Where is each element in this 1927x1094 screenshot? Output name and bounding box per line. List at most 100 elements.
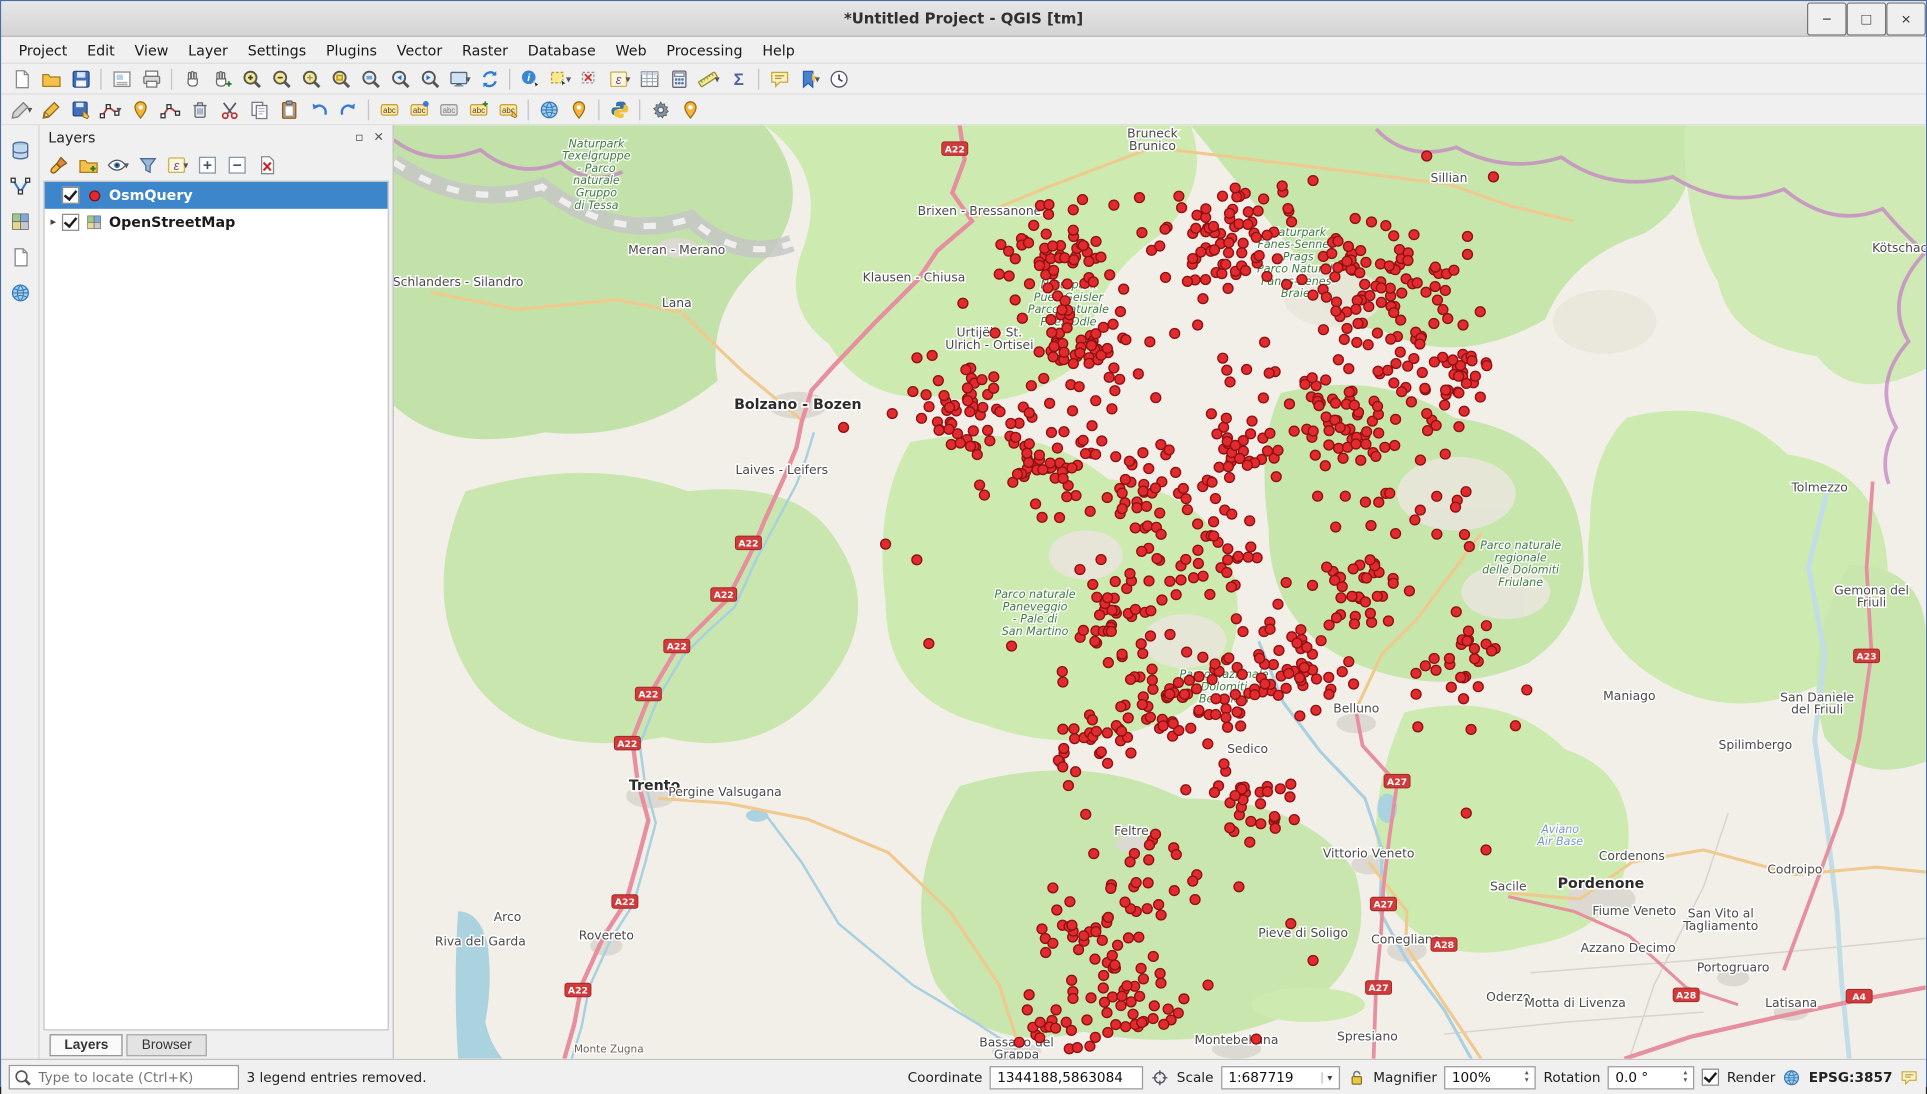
scale-combo[interactable]: 1:687719 ▾ bbox=[1221, 1066, 1340, 1089]
locator-input[interactable] bbox=[36, 1068, 234, 1086]
menu-project[interactable]: Project bbox=[9, 39, 78, 61]
metasearch-button[interactable] bbox=[534, 96, 564, 123]
menu-view[interactable]: View bbox=[125, 39, 179, 61]
new-spatial-bookmark-dropdown-arrow[interactable]: ▾ bbox=[815, 73, 820, 84]
map-tips-button[interactable] bbox=[764, 65, 794, 92]
menu-raster[interactable]: Raster bbox=[452, 39, 518, 61]
pan-to-selection-button[interactable] bbox=[207, 65, 237, 92]
rotation-spin-arrows[interactable]: ▴▾ bbox=[1683, 1070, 1687, 1085]
add-group-button[interactable] bbox=[74, 152, 101, 179]
minimize-button[interactable]: − bbox=[1807, 2, 1847, 35]
rotation-spinbox[interactable]: 0.0 ° ▴▾ bbox=[1608, 1066, 1695, 1089]
extents-toggle-icon[interactable] bbox=[1151, 1068, 1170, 1086]
layer-expander-icon[interactable]: ▸ bbox=[45, 216, 62, 228]
digitize-with-segment-button[interactable]: ▾ bbox=[95, 96, 125, 123]
manage-map-themes-dropdown-arrow[interactable]: ▾ bbox=[124, 160, 129, 171]
layer-row-openstreetmap[interactable]: ▸OpenStreetMap bbox=[45, 209, 388, 236]
menu-edit[interactable]: Edit bbox=[77, 39, 124, 61]
zoom-in-button[interactable] bbox=[237, 65, 267, 92]
open-layer-styling-button[interactable] bbox=[45, 152, 72, 179]
layer-visibility-checkbox[interactable] bbox=[62, 214, 79, 231]
data-source-manager-button[interactable] bbox=[5, 135, 35, 164]
filter-by-expression-button[interactable]: ε▾ bbox=[163, 152, 190, 179]
redo-button[interactable] bbox=[333, 96, 363, 123]
panel-tab-layers[interactable]: Layers bbox=[50, 1034, 124, 1056]
zoom-to-layer-button[interactable] bbox=[355, 65, 385, 92]
menu-layer[interactable]: Layer bbox=[178, 39, 238, 61]
menu-settings[interactable]: Settings bbox=[238, 39, 316, 61]
menu-vector[interactable]: Vector bbox=[387, 39, 452, 61]
add-raster-layer-button[interactable] bbox=[5, 206, 35, 235]
new-project-button[interactable] bbox=[6, 65, 36, 92]
zoom-last-button[interactable] bbox=[385, 65, 415, 92]
panel-tab-browser[interactable]: Browser bbox=[127, 1034, 207, 1056]
select-by-expression-button[interactable]: ε▾ bbox=[604, 65, 634, 92]
change-label-button[interactable]: abc bbox=[493, 96, 523, 123]
zoom-full-button[interactable] bbox=[296, 65, 326, 92]
show-hidden-labels-button[interactable]: abc bbox=[433, 96, 463, 123]
filter-legend-button[interactable] bbox=[134, 152, 161, 179]
add-web-layer-button[interactable] bbox=[5, 278, 35, 307]
digitize-with-segment-dropdown-arrow[interactable]: ▾ bbox=[116, 104, 121, 115]
delete-selected-button[interactable] bbox=[185, 96, 215, 123]
menu-help[interactable]: Help bbox=[752, 39, 804, 61]
menu-web[interactable]: Web bbox=[606, 39, 657, 61]
zoom-out-button[interactable] bbox=[266, 65, 296, 92]
remove-layer-button[interactable] bbox=[253, 152, 280, 179]
save-layer-edits-button[interactable] bbox=[66, 96, 96, 123]
render-checkbox[interactable] bbox=[1702, 1069, 1719, 1086]
collapse-all-button[interactable] bbox=[223, 152, 250, 179]
measure-line-button[interactable]: ▾ bbox=[694, 65, 724, 92]
temporal-controller-button[interactable] bbox=[824, 65, 854, 92]
maximize-button[interactable]: □ bbox=[1847, 2, 1887, 35]
add-delimited-text-layer-button[interactable] bbox=[5, 242, 35, 271]
select-features-button[interactable]: ▾ bbox=[545, 65, 575, 92]
title-bar[interactable]: *Untitled Project - QGIS [tm] − □ × bbox=[1, 1, 1926, 37]
select-features-dropdown-arrow[interactable]: ▾ bbox=[566, 73, 571, 84]
current-edits-dropdown-arrow[interactable]: ▾ bbox=[27, 104, 32, 115]
undo-button[interactable] bbox=[303, 96, 333, 123]
coordinate-value-box[interactable]: 1344188,5863084 bbox=[990, 1066, 1144, 1089]
magnifier-spin-arrows[interactable]: ▴▾ bbox=[1525, 1070, 1529, 1085]
identify-features-button[interactable]: i bbox=[515, 65, 545, 92]
zoom-to-selection-button[interactable] bbox=[326, 65, 356, 92]
vertex-tool-button[interactable] bbox=[155, 96, 185, 123]
crs-status[interactable]: EPSG:3857 bbox=[1809, 1069, 1893, 1085]
menu-plugins[interactable]: Plugins bbox=[316, 39, 387, 61]
osm-place-search-button[interactable] bbox=[564, 96, 594, 123]
field-calculator-button[interactable] bbox=[664, 65, 694, 92]
manage-map-themes-button[interactable]: ▾ bbox=[104, 152, 131, 179]
statistical-summary-button[interactable]: Σ bbox=[723, 65, 753, 92]
open-project-button[interactable] bbox=[36, 65, 66, 92]
processing-toolbox-button[interactable] bbox=[645, 96, 675, 123]
open-attribute-table-button[interactable] bbox=[634, 65, 664, 92]
paste-features-button[interactable] bbox=[274, 96, 304, 123]
layer-row-osmquery[interactable]: OsmQuery bbox=[45, 182, 388, 209]
locator-box[interactable] bbox=[9, 1065, 239, 1090]
map-canvas[interactable]: Meran - MeranoSchlanders - SilandroLanaB… bbox=[394, 125, 1926, 1058]
close-button[interactable]: × bbox=[1886, 2, 1926, 35]
pin-labels-button[interactable]: abc bbox=[404, 96, 434, 123]
zoom-next-button[interactable] bbox=[415, 65, 445, 92]
scale-lock-icon[interactable] bbox=[1347, 1068, 1366, 1086]
scale-dropdown-arrow[interactable]: ▾ bbox=[1321, 1072, 1332, 1083]
expand-all-button[interactable] bbox=[193, 152, 220, 179]
layer-visibility-checkbox[interactable] bbox=[62, 187, 79, 204]
cut-features-button[interactable] bbox=[214, 96, 244, 123]
show-layout-manager-button[interactable] bbox=[136, 65, 166, 92]
messages-icon[interactable] bbox=[1900, 1068, 1919, 1086]
menu-processing[interactable]: Processing bbox=[657, 39, 753, 61]
current-edits-button[interactable]: ▾ bbox=[6, 96, 36, 123]
refresh-map-button[interactable] bbox=[474, 65, 504, 92]
panel-close-icon[interactable]: ✕ bbox=[374, 131, 384, 145]
new-map-view-dropdown-arrow[interactable]: ▾ bbox=[466, 73, 471, 84]
new-print-layout-button[interactable] bbox=[107, 65, 137, 92]
new-spatial-bookmark-button[interactable]: ▾ bbox=[794, 65, 824, 92]
layer-labeling-button[interactable]: abc bbox=[374, 96, 404, 123]
select-by-expression-dropdown-arrow[interactable]: ▾ bbox=[625, 73, 630, 84]
filter-by-expression-dropdown-arrow[interactable]: ▾ bbox=[183, 160, 188, 171]
magnifier-spinbox[interactable]: 100% ▴▾ bbox=[1444, 1066, 1536, 1089]
pan-map-button[interactable] bbox=[177, 65, 207, 92]
panel-float-icon[interactable]: ▫ bbox=[355, 131, 363, 145]
new-map-view-button[interactable]: ▾ bbox=[445, 65, 475, 92]
